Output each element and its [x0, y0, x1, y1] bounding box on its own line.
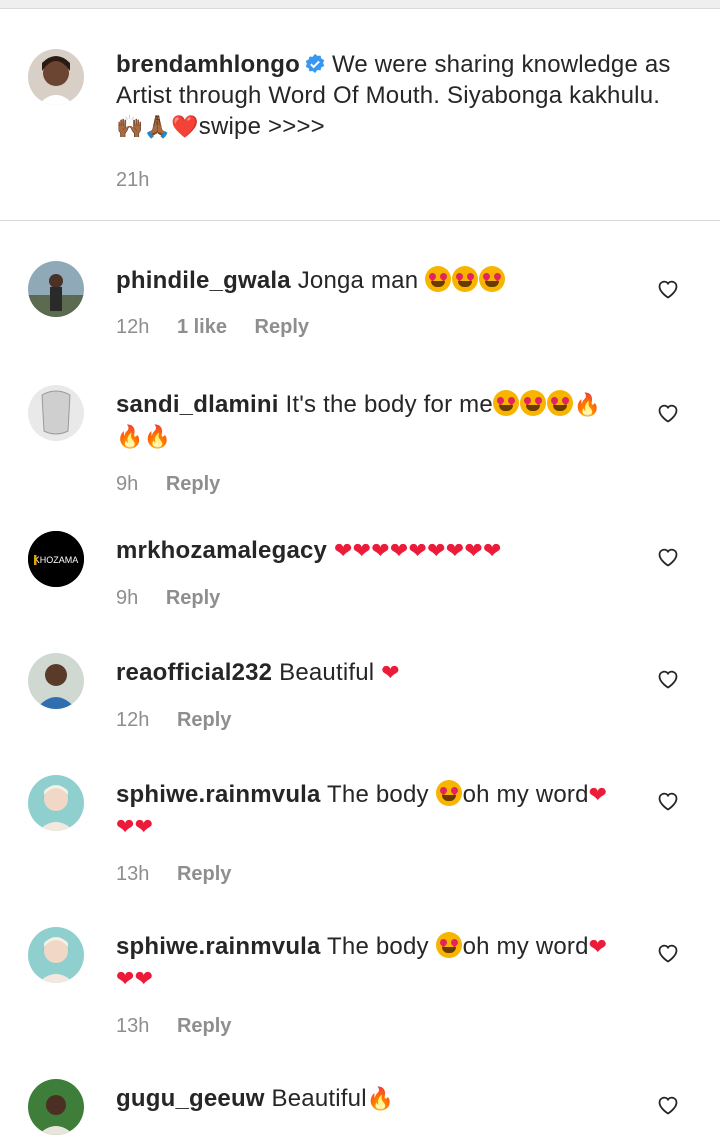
comment-item: reaofficial232 Beautiful ❤ 12h Reply — [0, 635, 720, 757]
avatar[interactable] — [28, 927, 84, 983]
caption-text-part2: Artist through Word Of Mouth. Siyabonga … — [116, 82, 661, 109]
heart-emoji: ❤ — [588, 935, 608, 960]
heart-eyes-emoji — [425, 266, 506, 294]
comment-username[interactable]: sphiwe.rainmvula — [116, 781, 321, 808]
avatar[interactable] — [28, 49, 84, 105]
comment-time: 13h — [116, 863, 150, 885]
post-caption: brendamhlongo We were sharing knowledge a… — [0, 9, 720, 221]
comment-meta: 9h Reply — [116, 473, 610, 496]
heart-emoji: ❤ — [381, 661, 400, 686]
avatar[interactable] — [28, 261, 84, 317]
comment-text: Beautiful — [271, 1085, 367, 1112]
comment-meta: 12h 1 like Reply — [116, 316, 610, 339]
comment-time: 12h — [116, 316, 150, 338]
verified-badge-icon — [305, 53, 325, 73]
hearts-emoji: ❤❤❤❤❤❤❤❤❤ — [333, 539, 502, 564]
caption-text: brendamhlongo We were sharing knowledge a… — [116, 49, 680, 143]
comment-meta: 9h Reply — [116, 587, 610, 610]
fire-emoji: 🔥 — [573, 393, 602, 418]
reply-button[interactable]: Reply — [166, 473, 220, 495]
reply-button[interactable]: Reply — [255, 316, 309, 338]
reply-button[interactable]: Reply — [177, 1015, 231, 1037]
heart-outline-icon[interactable] — [656, 277, 680, 301]
heart-outline-icon[interactable] — [656, 789, 680, 813]
avatar-logo-text: KHOZAMA — [34, 555, 79, 565]
heart-outline-icon[interactable] — [656, 401, 680, 425]
avatar[interactable] — [28, 385, 84, 441]
comment-item: sphiwe.rainmvula The body oh my word❤ ❤❤… — [0, 757, 720, 909]
comment-text: Beautiful — [279, 659, 375, 686]
heart-eyes-emoji — [435, 780, 462, 806]
hearts-emoji: ❤❤ — [116, 967, 154, 992]
avatar[interactable] — [28, 775, 84, 831]
comment-text: Jonga man — [297, 267, 419, 294]
comment-username[interactable]: phindile_gwala — [116, 267, 291, 294]
comment-text: It's the body for me — [285, 391, 493, 418]
comment-text: oh my word — [462, 933, 589, 960]
top-divider — [0, 0, 720, 9]
heart-outline-icon[interactable] — [656, 941, 680, 965]
reply-button[interactable]: Reply — [177, 863, 231, 885]
fire-emoji: 🔥🔥 — [116, 425, 172, 450]
comment-meta: 13h Reply — [116, 863, 610, 886]
comment-username[interactable]: sphiwe.rainmvula — [116, 933, 321, 960]
caption-text-part1: We were sharing knowledge as — [331, 51, 671, 78]
reply-button[interactable]: Reply — [166, 587, 220, 609]
comment-item: sphiwe.rainmvula The body oh my word❤ ❤❤… — [0, 909, 720, 1061]
heart-outline-icon[interactable] — [656, 545, 680, 569]
comment-item: KHOZAMA mrkhozamalegacy ❤❤❤❤❤❤❤❤❤ 9h Rep… — [0, 513, 720, 635]
hearts-emoji: ❤❤ — [116, 815, 154, 840]
comment-item: sandi_dlamini It's the body for me 🔥 🔥🔥 9… — [0, 363, 720, 513]
heart-outline-icon[interactable] — [656, 667, 680, 691]
reply-button[interactable]: Reply — [177, 709, 231, 731]
comment-text: oh my word — [462, 781, 589, 808]
fire-emoji: 🔥 — [366, 1087, 395, 1112]
comment-time: 9h — [116, 587, 139, 609]
heart-eyes-emoji — [435, 932, 462, 958]
avatar[interactable]: KHOZAMA — [28, 531, 84, 587]
heart-outline-icon[interactable] — [656, 1093, 680, 1117]
caption-emoji: 🙌🏾🙏🏾❤️ — [116, 115, 199, 140]
comment-text: The body — [327, 781, 429, 808]
comment-likes[interactable]: 1 like — [177, 316, 227, 338]
comment-username[interactable]: gugu_geeuw — [116, 1085, 265, 1112]
comment-username[interactable]: reaofficial232 — [116, 659, 272, 686]
caption-time: 21h — [116, 169, 150, 191]
heart-eyes-emoji — [492, 390, 574, 418]
comment-text: The body — [327, 933, 429, 960]
comment-item: gugu_geeuw Beautiful🔥 — [0, 1061, 720, 1141]
comment-username[interactable]: sandi_dlamini — [116, 391, 279, 418]
heart-emoji: ❤ — [588, 783, 608, 808]
comment-item: phindile_gwala Jonga man 12h 1 like Repl… — [0, 221, 720, 363]
comment-meta: 13h Reply — [116, 1015, 610, 1038]
comment-time: 12h — [116, 709, 150, 731]
comment-time: 9h — [116, 473, 139, 495]
caption-text-part3: swipe >>>> — [198, 113, 325, 140]
caption-username[interactable]: brendamhlongo — [116, 51, 300, 78]
avatar[interactable] — [28, 1079, 84, 1135]
comment-meta: 12h Reply — [116, 709, 610, 732]
comment-username[interactable]: mrkhozamalegacy — [116, 537, 327, 564]
comment-time: 13h — [116, 1015, 150, 1037]
caption-meta: 21h — [116, 169, 680, 192]
avatar[interactable] — [28, 653, 84, 709]
